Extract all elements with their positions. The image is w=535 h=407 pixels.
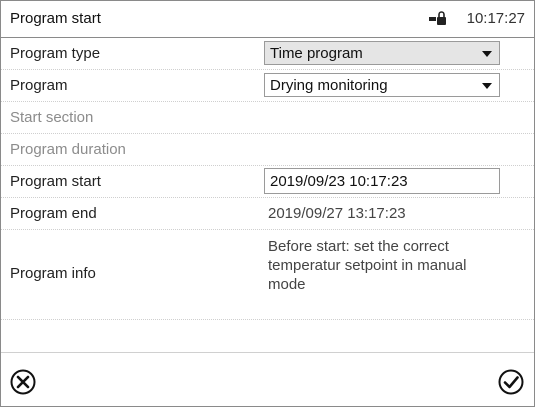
page-title: Program start xyxy=(10,10,101,27)
program-end-label: Program end xyxy=(10,205,97,222)
chevron-down-icon xyxy=(482,51,492,57)
row-program-info: Program info Before start: set the corre… xyxy=(1,229,534,320)
row-start-section: Start section xyxy=(1,101,534,134)
confirm-circle-check-icon[interactable] xyxy=(498,369,524,395)
program-type-value: Time program xyxy=(270,45,363,62)
chevron-down-icon xyxy=(482,83,492,89)
cancel-circle-x-icon[interactable] xyxy=(10,369,36,395)
clock-time: 10:17:27 xyxy=(466,10,525,27)
door-lock-icon xyxy=(429,11,446,25)
program-duration-label: Program duration xyxy=(10,141,126,158)
dialog-footer xyxy=(1,352,534,407)
row-program-duration: Program duration xyxy=(1,133,534,166)
program-start-label: Program start xyxy=(10,173,101,190)
program-start-value: 2019/09/23 10:17:23 xyxy=(270,173,408,190)
program-info-line: temperatur setpoint in manual xyxy=(268,257,467,274)
program-info-text: Before start: set the correct temperatur… xyxy=(268,237,498,294)
row-program-type: Program type Time program xyxy=(1,37,534,70)
program-type-select[interactable]: Time program xyxy=(264,41,500,65)
program-value: Drying monitoring xyxy=(270,77,388,94)
program-info-label: Program info xyxy=(10,265,96,282)
program-label: Program xyxy=(10,77,68,94)
start-section-label: Start section xyxy=(10,109,94,126)
program-start-input[interactable]: 2019/09/23 10:17:23 xyxy=(264,168,500,194)
program-info-line: mode xyxy=(268,276,306,293)
row-program-start: Program start 2019/09/23 10:17:23 xyxy=(1,165,534,198)
row-program: Program Drying monitoring xyxy=(1,69,534,102)
row-program-end: Program end 2019/09/27 13:17:23 xyxy=(1,197,534,230)
program-end-value: 2019/09/27 13:17:23 xyxy=(268,205,406,222)
program-start-dialog: Program start 10:17:27 Program type Time… xyxy=(0,0,535,407)
program-type-label: Program type xyxy=(10,45,101,62)
program-info-line: Before start: set the correct xyxy=(268,238,449,255)
program-select[interactable]: Drying monitoring xyxy=(264,73,500,97)
dialog-header: Program start 10:17:27 xyxy=(1,1,534,38)
